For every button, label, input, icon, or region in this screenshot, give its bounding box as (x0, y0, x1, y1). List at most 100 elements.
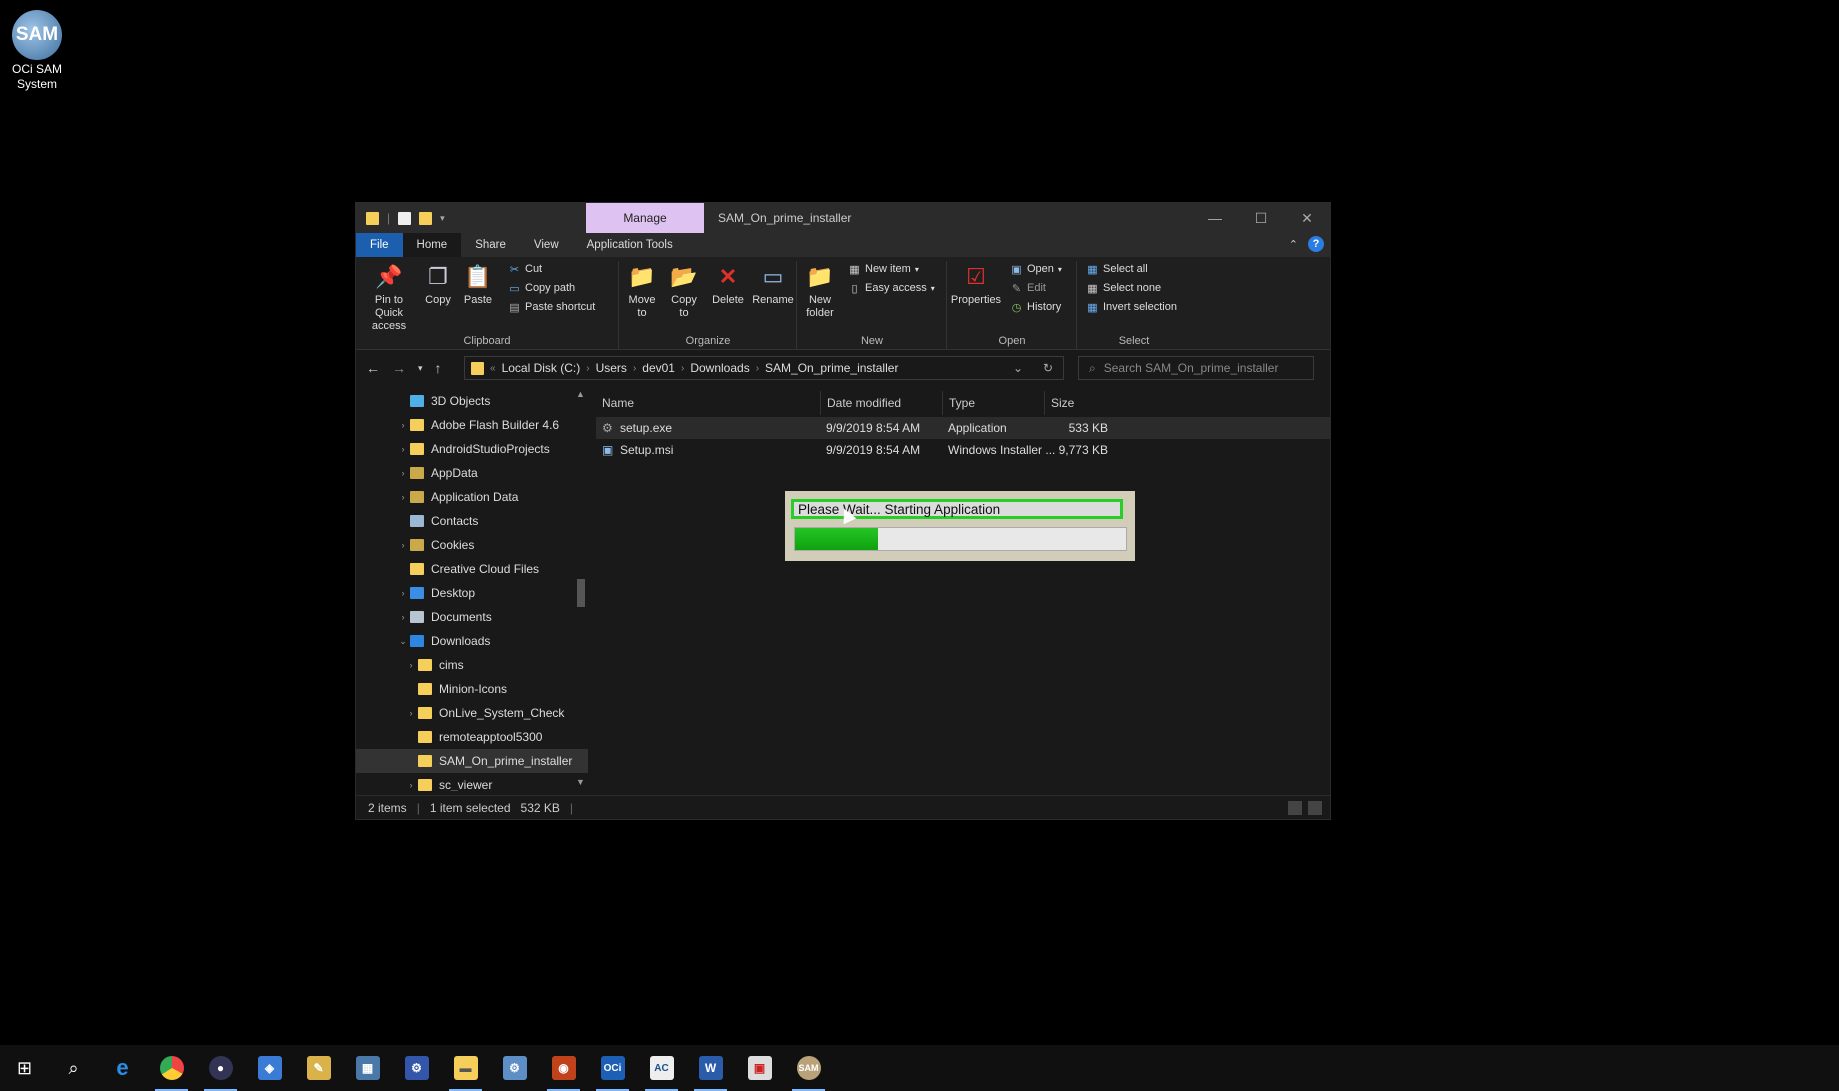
new-folder-button[interactable]: 📁 New folder (800, 261, 840, 320)
expand-chevron-icon[interactable]: › (396, 420, 410, 430)
collapse-ribbon-icon[interactable]: ⌃ (1289, 238, 1298, 251)
remote-app-icon[interactable]: ⚙ (392, 1045, 441, 1091)
nav-item[interactable]: Creative Cloud Files (356, 557, 588, 581)
tab-share[interactable]: Share (461, 233, 520, 257)
tab-manage[interactable]: Manage (586, 203, 704, 233)
edit-button[interactable]: ✎ Edit (1010, 282, 1046, 295)
easy-access-button[interactable]: ▯ Easy access ▾ (848, 282, 934, 295)
nav-item[interactable]: Minion-Icons (356, 677, 588, 701)
tab-home[interactable]: Home (402, 233, 462, 257)
file-explorer-icon[interactable]: ▬ (441, 1045, 490, 1091)
expand-chevron-icon[interactable]: › (396, 492, 410, 502)
nav-item[interactable]: Contacts (356, 509, 588, 533)
acrobat-icon[interactable]: AC (637, 1045, 686, 1091)
nav-item[interactable]: › cims (356, 653, 588, 677)
app-icon[interactable]: ◉ (539, 1045, 588, 1091)
back-icon[interactable]: ← (366, 360, 380, 376)
search-box[interactable]: ⌕ Search SAM_On_prime_installer (1078, 356, 1314, 380)
tab-file[interactable]: File (356, 233, 403, 257)
nav-item[interactable]: › AppData (356, 461, 588, 485)
expand-chevron-icon[interactable]: › (396, 468, 410, 478)
new-folder-icon[interactable] (419, 211, 433, 225)
nav-item[interactable]: › Application Data (356, 485, 588, 509)
expand-chevron-icon[interactable]: › (404, 780, 418, 790)
nav-item[interactable]: › Desktop (356, 581, 588, 605)
nav-item[interactable]: › sc_viewer (356, 773, 588, 791)
history-button[interactable]: ◷ History (1010, 301, 1062, 314)
minimize-button[interactable]: — (1192, 203, 1238, 233)
word-icon[interactable]: W (686, 1045, 735, 1091)
remote-tool-icon[interactable]: ▣ (735, 1045, 784, 1091)
desktop-icon-oci-sam[interactable]: SAM OCi SAM System (8, 10, 66, 92)
properties-button[interactable]: ☑ Properties (950, 261, 1002, 307)
column-name[interactable]: Name (596, 391, 812, 415)
nav-item[interactable]: ⌄ Downloads (356, 629, 588, 653)
breadcrumb-dev01[interactable]: dev01 (642, 361, 675, 375)
customize-chevron-icon[interactable]: ▾ (440, 213, 445, 224)
settings-icon[interactable]: ⚙ (490, 1045, 539, 1091)
nav-item[interactable]: SAM_On_prime_installer (356, 749, 588, 773)
scroll-thumb[interactable] (577, 579, 585, 607)
details-view-icon[interactable] (1288, 801, 1302, 815)
select-none-button[interactable]: ▦ Select none (1086, 282, 1161, 295)
oci-icon[interactable]: OCi (588, 1045, 637, 1091)
pin-quick-access-button[interactable]: 📌 Pin to Quick access (360, 261, 418, 333)
nav-item[interactable]: remoteapptool5300 (356, 725, 588, 749)
new-item-button[interactable]: ▦ New item ▾ (848, 263, 919, 276)
address-bar[interactable]: « Local Disk (C:) › Users › dev01 › Down… (464, 356, 1064, 380)
delete-button[interactable]: ✕ Delete (708, 261, 748, 307)
nav-item[interactable]: 3D Objects (356, 389, 588, 413)
forward-icon[interactable]: → (392, 360, 406, 376)
tab-application-tools[interactable]: Application Tools (573, 233, 687, 257)
copy-button[interactable]: ❐ Copy (420, 261, 456, 307)
expand-chevron-icon[interactable]: › (404, 708, 418, 718)
invert-selection-button[interactable]: ▦ Invert selection (1086, 301, 1177, 314)
expanded-chevron-icon[interactable]: ⌄ (396, 636, 410, 647)
scroll-up-icon[interactable]: ▲ (576, 389, 585, 399)
column-date-modified[interactable]: Date modified (820, 391, 943, 415)
nav-item[interactable]: › Documents (356, 605, 588, 629)
paste-shortcut-button[interactable]: ▤ Paste shortcut (508, 301, 595, 314)
expand-chevron-icon[interactable]: › (396, 588, 410, 598)
copy-path-button[interactable]: ▭ Copy path (508, 282, 575, 295)
close-button[interactable]: ✕ (1284, 203, 1330, 233)
breadcrumb-local-disk[interactable]: Local Disk (C:) (502, 361, 581, 375)
nav-item[interactable]: › Cookies (356, 533, 588, 557)
sam-icon[interactable]: SAM (784, 1045, 833, 1091)
maximize-button[interactable]: ☐ (1238, 203, 1284, 233)
tools-icon[interactable]: ✎ (294, 1045, 343, 1091)
nav-item[interactable]: › AndroidStudioProjects (356, 437, 588, 461)
search-icon[interactable]: ⌕ (49, 1045, 98, 1091)
scroll-down-icon[interactable]: ▼ (576, 777, 585, 787)
nav-item[interactable]: › Adobe Flash Builder 4.6 (356, 413, 588, 437)
breadcrumb-users[interactable]: Users (596, 361, 627, 375)
remote-desktop-icon[interactable]: ▦ (343, 1045, 392, 1091)
nav-item[interactable]: › OnLive_System_Check (356, 701, 588, 725)
column-size[interactable]: Size (1044, 391, 1111, 415)
rename-button[interactable]: ▭ Rename (752, 261, 794, 307)
expand-chevron-icon[interactable]: › (396, 540, 410, 550)
vpn-icon[interactable]: ● (196, 1045, 245, 1091)
open-button[interactable]: ▣ Open ▾ (1010, 263, 1062, 276)
expand-chevron-icon[interactable]: › (396, 444, 410, 454)
file-row[interactable]: ▣ Setup.msi 9/9/2019 8:54 AM Windows Ins… (596, 439, 1330, 461)
breadcrumb-downloads[interactable]: Downloads (690, 361, 749, 375)
select-all-button[interactable]: ▦ Select all (1086, 263, 1147, 276)
refresh-icon[interactable]: ↻ (1043, 361, 1053, 375)
navigation-scrollbar[interactable]: ▲ ▼ (574, 389, 588, 791)
paste-button[interactable]: 📋 Paste (460, 261, 496, 307)
address-dropdown-icon[interactable]: ⌄ (1013, 361, 1023, 375)
file-row[interactable]: ⚙ setup.exe 9/9/2019 8:54 AM Application… (596, 417, 1330, 439)
expand-chevron-icon[interactable]: › (396, 612, 410, 622)
up-icon[interactable]: ↑ (435, 360, 442, 376)
edge-icon[interactable]: e (98, 1045, 147, 1091)
chrome-icon[interactable] (147, 1045, 196, 1091)
breadcrumb-current[interactable]: SAM_On_prime_installer (765, 361, 898, 375)
recent-locations-icon[interactable]: ▾ (418, 363, 423, 376)
help-icon[interactable]: ? (1308, 236, 1324, 252)
move-to-button[interactable]: 📁 Move to (624, 261, 660, 320)
properties-icon[interactable] (398, 211, 412, 225)
tab-view[interactable]: View (520, 233, 573, 257)
copy-to-button[interactable]: 📂 Copy to (666, 261, 702, 320)
windows-start-icon[interactable]: ⊞ (0, 1045, 49, 1091)
